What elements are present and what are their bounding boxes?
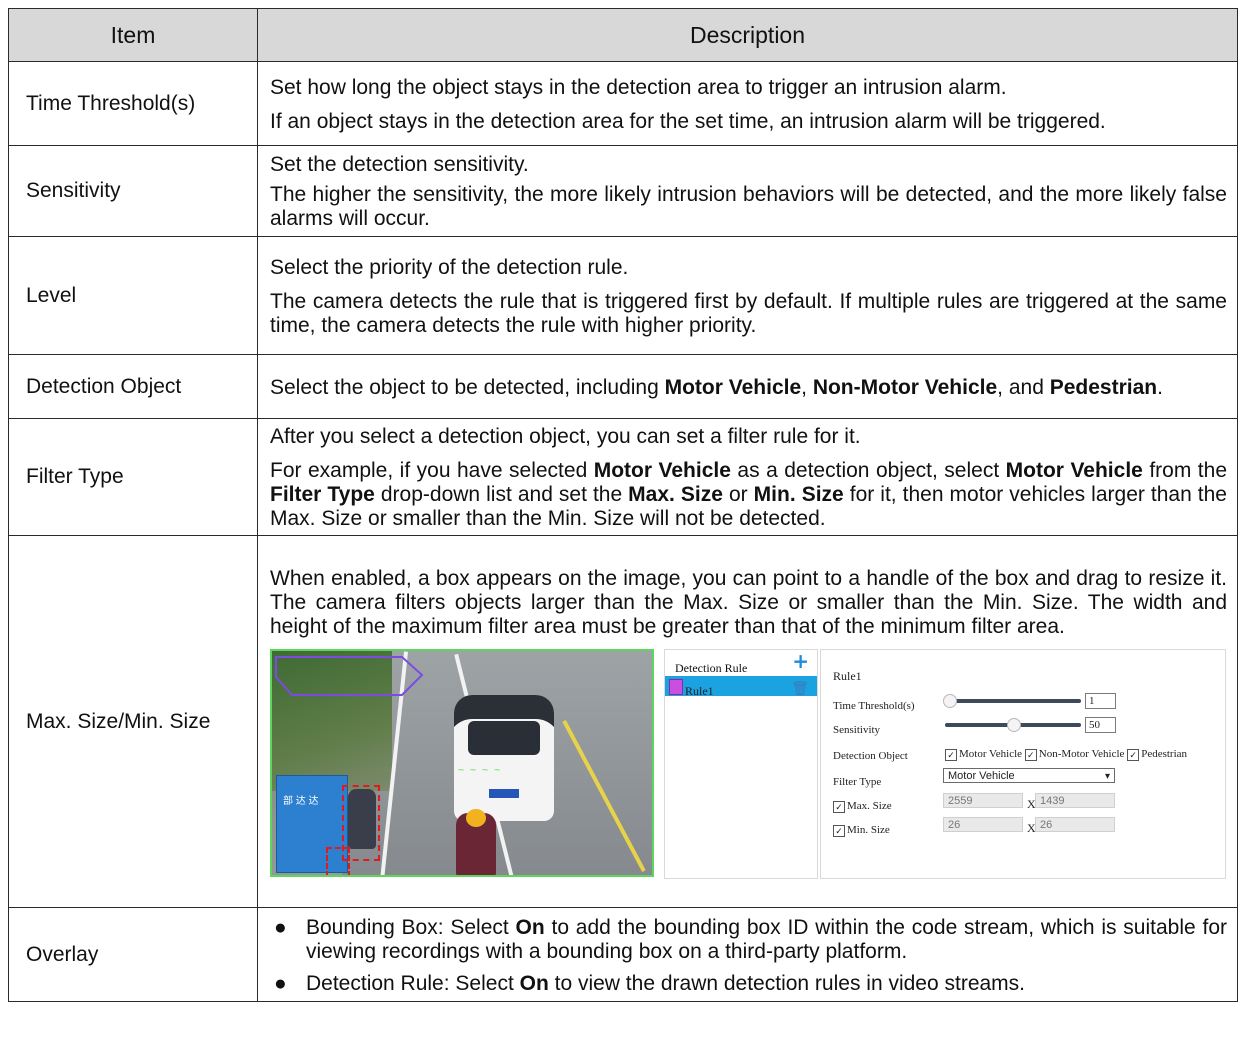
item-max-min-size: Max. Size/Min. Size (8, 535, 258, 908)
rule-name: Rule1 (685, 683, 714, 698)
slider-knob[interactable] (1007, 717, 1021, 732)
motor-vehicle-checkbox[interactable]: ✓ (945, 748, 957, 761)
max-size-checkbox[interactable]: ✓ (833, 800, 845, 813)
desc-paragraph: Set the detection sensitivity. (270, 153, 529, 176)
slider-knob[interactable] (943, 693, 957, 708)
min-size-box[interactable] (326, 846, 350, 875)
license-plate (489, 788, 519, 798)
plus-icon[interactable]: + (792, 651, 809, 671)
row-time-threshold: Time Threshold(s) Set how long the objec… (8, 61, 1238, 146)
desc-paragraph: When enabled, a box appears on the image… (270, 566, 1227, 638)
trash-icon[interactable]: 🗑 (791, 677, 809, 701)
car-image (454, 694, 554, 821)
item-time-threshold: Time Threshold(s) (8, 61, 258, 146)
rule-settings-panel: Rule1 Time Threshold(s) 1 Sensitivity 50… (820, 648, 1226, 879)
min-width-field[interactable]: 26 (943, 816, 1023, 832)
row-overlay: Overlay ● Bounding Box: Select On to add … (8, 907, 1238, 1002)
motor-vehicle-label: Motor Vehicle (959, 747, 1023, 760)
sensitivity-slider[interactable] (945, 717, 1081, 732)
car-window (468, 720, 540, 755)
max-size-label: Max. Size (847, 799, 892, 812)
settings-screenshot: 部 达 达 ~ ~ ~ ~ Detection Rule + Rule1 🗑 R… (270, 648, 1226, 879)
min-height-field[interactable]: 26 (1035, 816, 1115, 832)
time-threshold-input[interactable]: 1 (1085, 692, 1116, 709)
non-motor-vehicle-label: Non-Motor Vehicle (1038, 747, 1125, 760)
list-item: ● Detection Rule: Select On to view the d… (274, 971, 1026, 995)
min-size-label: Min. Size (847, 823, 890, 836)
table-header-row: Item Description (8, 8, 1238, 62)
desc-sensitivity: Set the detection sensitivity. The highe… (257, 145, 1238, 237)
desc-max-min-size: When enabled, a box appears on the image… (257, 535, 1238, 908)
detection-object-label: Detection Object (833, 749, 908, 762)
non-motor-vehicle-checkbox[interactable]: ✓ (1024, 748, 1037, 761)
desc-overlay: ● Bounding Box: Select On to add the boun… (257, 907, 1238, 1002)
filter-type-select[interactable]: Motor Vehicle ▾ (943, 767, 1115, 783)
item-detection-object: Detection Object (8, 354, 258, 419)
settings-title: Rule1 (833, 668, 862, 683)
max-size-row: ✓ Max. Size (833, 794, 892, 818)
row-max-min-size: Max. Size/Min. Size When enabled, a box … (8, 535, 1238, 908)
max-width-field[interactable]: 2559 (943, 792, 1023, 808)
row-filter-type: Filter Type After you select a detection… (8, 418, 1238, 536)
rule-panel-title: Detection Rule (675, 660, 748, 675)
desc-paragraph: The camera detects the rule that is trig… (270, 289, 1227, 337)
rule-list-item[interactable]: Rule1 🗑 (665, 675, 817, 698)
rule-color-swatch (669, 678, 683, 695)
parameter-table: Item Description Time Threshold(s) Set h… (8, 8, 1238, 1002)
desc-paragraph: Select the priority of the detection rul… (270, 255, 629, 279)
row-sensitivity: Sensitivity Set the detection sensitivit… (8, 145, 1238, 237)
desc-time-threshold: Set how long the object stays in the det… (257, 61, 1238, 146)
header-description: Description (257, 8, 1238, 62)
detection-object-checkboxes: ✓ Motor Vehicle ✓ Non-Motor Vehicle ✓ Pedes… (945, 742, 1187, 766)
filter-type-value: Motor Vehicle (948, 769, 1015, 782)
filter-type-label: Filter Type (833, 775, 882, 788)
max-height-field[interactable]: 1439 (1035, 792, 1115, 808)
detection-rule-panel: Detection Rule + Rule1 🗑 (664, 648, 818, 879)
video-preview: 部 达 达 ~ ~ ~ ~ (270, 648, 654, 877)
time-threshold-slider[interactable] (943, 693, 1081, 708)
min-size-checkbox[interactable]: ✓ (833, 824, 845, 837)
time-threshold-label: Time Threshold(s) (833, 699, 915, 712)
tricycle-sign: 部 达 达 (283, 795, 319, 807)
green-overlay-text: ~ ~ ~ ~ (458, 764, 501, 776)
desc-paragraph: The higher the sensitivity, the more lik… (270, 183, 1227, 230)
item-sensitivity: Sensitivity (8, 145, 258, 237)
desc-paragraph: Set how long the object stays in the det… (270, 75, 1007, 99)
desc-level: Select the priority of the detection rul… (257, 236, 1238, 355)
desc-paragraph: After you select a detection object, you… (270, 425, 861, 448)
chevron-down-icon: ▾ (1104, 770, 1110, 782)
header-item: Item (8, 8, 258, 62)
overlay-bullets: ● Bounding Box: Select On to add the boun… (270, 916, 1227, 996)
desc-detection-object: Select the object to be detected, includ… (257, 354, 1238, 419)
pedestrian-checkbox[interactable]: ✓ (1127, 748, 1140, 761)
row-detection-object: Detection Object Select the object to be… (8, 354, 1238, 419)
item-overlay: Overlay (8, 907, 258, 1002)
item-filter-type: Filter Type (8, 418, 258, 536)
row-level: Level Select the priority of the detecti… (8, 236, 1238, 355)
pedestrian-label: Pedestrian (1141, 747, 1188, 760)
min-size-row: ✓ Min. Size (833, 818, 890, 842)
sensitivity-input[interactable]: 50 (1085, 716, 1116, 733)
desc-paragraph: If an object stays in the detection area… (270, 109, 1106, 133)
desc-paragraph: For example, if you have selected Motor … (270, 459, 1228, 530)
rule-panel-header: Detection Rule + (665, 650, 817, 675)
desc-paragraph: Select the object to be detected, includ… (270, 375, 1163, 399)
sensitivity-label: Sensitivity (833, 723, 881, 736)
list-item: ● Bounding Box: Select On to add the boun… (274, 915, 1227, 963)
item-level: Level (8, 236, 258, 355)
detection-area-hexagon (275, 655, 424, 696)
desc-filter-type: After you select a detection object, you… (257, 418, 1238, 536)
helmet-image (466, 808, 486, 827)
